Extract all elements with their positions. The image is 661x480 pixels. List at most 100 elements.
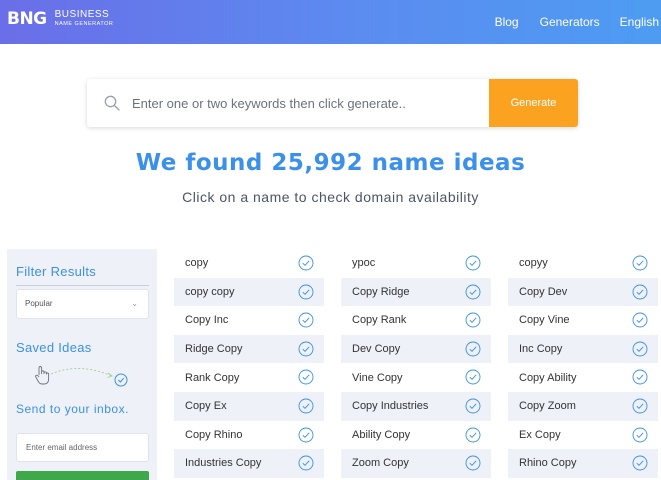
- check-circle-icon[interactable]: [465, 341, 481, 357]
- saved-ideas-title: Saved Ideas: [16, 340, 92, 355]
- logo-text: BUSINESS NAME GENERATOR: [55, 10, 114, 28]
- name-text: Ability Copy: [352, 428, 411, 441]
- check-circle-icon[interactable]: [632, 255, 648, 271]
- name-text: Copy Dev: [519, 285, 568, 298]
- name-result[interactable]: Copy Inc: [174, 306, 324, 335]
- name-result[interactable]: Vine Copy: [341, 363, 491, 392]
- name-result[interactable]: copy: [174, 249, 324, 278]
- name-text: Dev Copy: [352, 343, 401, 356]
- name-result[interactable]: Rank Copy: [174, 363, 324, 392]
- results-subheading: Click on a name to check domain availabi…: [182, 189, 479, 205]
- search-bar: Generate: [87, 79, 578, 127]
- name-text: Copy Vine: [519, 314, 570, 327]
- name-text: Copy Ability: [519, 371, 577, 384]
- filter-results-title: Filter Results: [16, 264, 97, 279]
- check-circle-icon[interactable]: [298, 455, 314, 471]
- name-result[interactable]: copy copy: [174, 277, 324, 307]
- name-result[interactable]: Dev Copy: [341, 334, 491, 364]
- chevron-down-icon: ⌄: [131, 299, 138, 308]
- name-text: Ex Copy: [519, 428, 561, 441]
- name-text: copy copy: [185, 285, 235, 298]
- name-result[interactable]: Copy Ex: [174, 391, 324, 421]
- check-circle-icon[interactable]: [298, 398, 314, 414]
- name-result[interactable]: Ex Copy: [508, 421, 658, 450]
- name-text: Ridge Copy: [185, 343, 243, 356]
- logo-line2: NAME GENERATOR: [54, 21, 114, 28]
- name-result[interactable]: Copy Dev: [508, 277, 658, 307]
- check-circle-icon[interactable]: [298, 312, 314, 328]
- check-circle-icon[interactable]: [298, 369, 314, 385]
- check-circle-icon[interactable]: [632, 284, 648, 300]
- name-result[interactable]: Rhino Copy: [508, 449, 658, 478]
- generate-button[interactable]: Generate: [489, 79, 578, 127]
- logo-line1: BUSINESS: [54, 9, 110, 21]
- name-text: Vine Copy: [352, 371, 403, 384]
- name-result[interactable]: ypoc: [341, 249, 491, 278]
- send-to-inbox-title: Send to your inbox.: [16, 402, 129, 416]
- name-result[interactable]: copyy: [508, 249, 658, 278]
- results-count-heading: We found 25,992 name ideas: [135, 150, 526, 176]
- name-text: Zoom Copy: [352, 457, 409, 470]
- name-text: copyy: [519, 257, 548, 270]
- name-text: Copy Inc: [185, 314, 229, 327]
- name-result[interactable]: Copy Industries: [341, 391, 491, 421]
- check-circle-icon[interactable]: [465, 427, 481, 443]
- check-circle-icon[interactable]: [465, 398, 481, 414]
- filter-sidebar: Filter Results Popular ⌄ Saved Ideas Sen…: [7, 249, 157, 480]
- check-circle-icon[interactable]: [465, 255, 481, 271]
- check-circle-icon[interactable]: [465, 284, 481, 300]
- check-circle-icon[interactable]: [465, 312, 481, 328]
- name-result[interactable]: Inc Copy: [508, 334, 658, 364]
- check-circle-icon[interactable]: [632, 398, 648, 414]
- main-nav: Blog Generators English: [495, 0, 661, 44]
- nav-blog[interactable]: Blog: [495, 15, 519, 29]
- name-text: Copy Rhino: [185, 428, 243, 441]
- check-circle-icon[interactable]: [298, 284, 314, 300]
- name-result[interactable]: Copy Vine: [508, 306, 658, 335]
- name-result[interactable]: Ridge Copy: [174, 334, 324, 364]
- name-result[interactable]: Copy Rank: [341, 306, 491, 335]
- name-text: Rank Copy: [185, 371, 240, 384]
- check-circle-icon[interactable]: [465, 455, 481, 471]
- name-text: Copy Industries: [352, 400, 429, 413]
- name-text: Copy Rank: [352, 314, 407, 327]
- filter-select-value: Popular: [25, 299, 53, 308]
- check-circle-icon: [114, 373, 128, 387]
- page: BNG BUSINESS NAME GENERATOR Blog Generat…: [0, 0, 661, 480]
- check-circle-icon[interactable]: [298, 255, 314, 271]
- hand-pointer-icon: [35, 366, 50, 385]
- check-circle-icon[interactable]: [632, 312, 648, 328]
- nav-language[interactable]: English: [620, 15, 659, 29]
- name-text: Copy Ridge: [352, 285, 410, 298]
- check-circle-icon[interactable]: [632, 369, 648, 385]
- check-circle-icon[interactable]: [298, 341, 314, 357]
- check-circle-icon[interactable]: [298, 427, 314, 443]
- search-icon: [104, 95, 120, 111]
- logo-mark: BNG: [7, 9, 47, 29]
- check-circle-icon[interactable]: [632, 455, 648, 471]
- name-result[interactable]: Industries Copy: [174, 449, 324, 478]
- email-field[interactable]: [16, 433, 149, 462]
- results-column-1: copy copy copy Copy Inc Ridge Copy Rank …: [174, 249, 324, 478]
- send-button[interactable]: [16, 471, 149, 480]
- name-result[interactable]: Copy Ability: [508, 363, 658, 392]
- name-result[interactable]: Copy Rhino: [174, 421, 324, 450]
- check-circle-icon[interactable]: [632, 341, 648, 357]
- name-text: Copy Zoom: [519, 400, 576, 413]
- name-text: Rhino Copy: [519, 457, 577, 470]
- results-column-2: ypoc Copy Ridge Copy Rank Dev Copy Vine …: [341, 249, 491, 478]
- name-result[interactable]: Copy Zoom: [508, 391, 658, 421]
- name-text: ypoc: [352, 257, 376, 270]
- nav-generators[interactable]: Generators: [540, 15, 600, 29]
- top-header: BNG BUSINESS NAME GENERATOR Blog Generat…: [0, 0, 661, 44]
- name-result[interactable]: Zoom Copy: [341, 449, 491, 478]
- filter-select[interactable]: Popular ⌄: [16, 289, 149, 319]
- search-input[interactable]: [132, 79, 487, 127]
- name-text: Industries Copy: [185, 457, 262, 470]
- check-circle-icon[interactable]: [465, 369, 481, 385]
- name-result[interactable]: Copy Ridge: [341, 277, 491, 307]
- logo[interactable]: BNG BUSINESS NAME GENERATOR: [7, 9, 113, 29]
- saved-ideas-illustration: [35, 366, 128, 387]
- name-result[interactable]: Ability Copy: [341, 421, 491, 450]
- check-circle-icon[interactable]: [632, 427, 648, 443]
